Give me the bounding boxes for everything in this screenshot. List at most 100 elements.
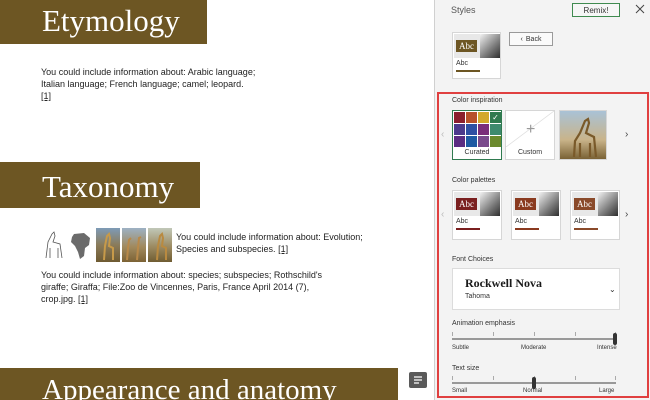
body-font-name: Tahoma xyxy=(465,293,490,300)
document-canvas: Etymology You could include information … xyxy=(0,0,434,400)
paragraph-text: You could include information about: Ara… xyxy=(41,67,256,89)
section-banner-etymology: Etymology xyxy=(0,0,207,44)
citation-link[interactable]: [1] xyxy=(78,294,88,304)
curated-option[interactable]: ✓ Curated xyxy=(452,110,502,160)
navigation-icon[interactable] xyxy=(409,372,427,388)
chevron-left-icon: ‹ xyxy=(520,35,523,43)
scale-label: Intense xyxy=(597,345,617,351)
back-label: Back xyxy=(525,35,542,43)
palette-preview-image xyxy=(480,192,500,216)
palette-heading-sample: Abc xyxy=(456,198,477,210)
scale-label: Moderate xyxy=(521,345,547,351)
palette-subtext-sample: Abc xyxy=(574,218,587,225)
section-title: Taxonomy xyxy=(42,169,175,204)
screen: Etymology You could include information … xyxy=(0,0,650,400)
palette-option[interactable]: Abc Abc xyxy=(570,190,620,240)
palette-preview: Abc xyxy=(572,192,618,216)
slider-tick xyxy=(452,376,453,380)
animation-emphasis-label: Animation emphasis xyxy=(452,320,516,327)
slider-tick xyxy=(493,332,494,336)
color-swatch xyxy=(466,112,477,123)
style-preview-image xyxy=(480,34,500,58)
style-preview-subtext: Abc xyxy=(456,60,469,67)
palette-preview-image xyxy=(539,192,559,216)
paragraph: You could include information about: Evo… xyxy=(176,231,376,255)
remix-button[interactable]: Remix! xyxy=(572,3,620,17)
color-palettes-label: Color palettes xyxy=(452,177,496,184)
palette-underline xyxy=(574,228,598,230)
text-size-slider[interactable] xyxy=(452,376,616,389)
slider-tick xyxy=(615,376,616,380)
scale-label: Subtle xyxy=(452,345,470,351)
palette-underline xyxy=(515,228,539,230)
section-title: Appearance and anatomy xyxy=(42,374,337,400)
palette-preview-image xyxy=(598,192,618,216)
slider-tick xyxy=(534,332,535,336)
scale-label: Normal xyxy=(523,388,543,394)
slider-thumb[interactable] xyxy=(613,333,617,345)
chevron-left-icon[interactable]: ‹ xyxy=(441,209,444,220)
giraffe-photo-image[interactable] xyxy=(148,228,172,262)
styles-pane: Styles Remix! Abc Abc ‹ Back Color inspi… xyxy=(434,0,650,400)
chevron-down-icon: ⌄ xyxy=(609,285,616,294)
color-swatch xyxy=(478,124,489,135)
image-strip xyxy=(42,228,172,262)
palette-option[interactable]: Abc Abc xyxy=(511,190,561,240)
color-swatch xyxy=(454,112,465,123)
text-size-label: Text size xyxy=(452,365,480,372)
color-inspiration-label: Color inspiration xyxy=(452,97,503,104)
style-preview-underline xyxy=(456,70,480,72)
scale-label: Small xyxy=(452,388,468,394)
palette-preview: Abc xyxy=(513,192,559,216)
color-swatch xyxy=(466,124,477,135)
font-dropdown[interactable]: Rockwell Nova Tahoma ⌄ xyxy=(452,268,620,310)
slider-tick xyxy=(575,332,576,336)
font-choices-label: Font Choices xyxy=(452,256,494,263)
style-preview: Abc xyxy=(454,34,500,58)
color-swatch xyxy=(490,136,501,147)
color-swatch xyxy=(490,124,501,135)
giraffe-photo-option[interactable] xyxy=(559,110,607,160)
palette-subtext-sample: Abc xyxy=(515,218,528,225)
section-banner-appearance: Appearance and anatomy xyxy=(0,368,398,400)
palette-heading-sample: Abc xyxy=(574,198,595,210)
slider-tick xyxy=(493,376,494,380)
section-banner-taxonomy: Taxonomy xyxy=(0,162,200,208)
citation-link[interactable]: [1] xyxy=(41,91,51,101)
paragraph: You could include information about: spe… xyxy=(41,269,341,305)
palette-subtext-sample: Abc xyxy=(456,218,469,225)
giraffe-sketch-image[interactable] xyxy=(42,228,66,262)
color-swatch xyxy=(478,136,489,147)
color-swatch xyxy=(466,136,477,147)
africa-map-image[interactable] xyxy=(68,228,94,262)
pane-title: Styles xyxy=(451,5,476,15)
custom-label: Custom xyxy=(517,149,543,156)
slider-tick xyxy=(452,332,453,336)
custom-option[interactable]: + Custom xyxy=(505,110,555,160)
palette-underline xyxy=(456,228,480,230)
palette-option[interactable]: Abc Abc xyxy=(452,190,502,240)
giraffe-photo-image[interactable] xyxy=(96,228,120,262)
chevron-right-icon[interactable]: › xyxy=(625,129,628,140)
slider-tick xyxy=(575,376,576,380)
palette-preview: Abc xyxy=(454,192,500,216)
giraffes-photo-image[interactable] xyxy=(122,228,146,262)
style-preview-heading: Abc xyxy=(456,40,477,52)
palette-heading-sample: Abc xyxy=(515,198,536,210)
section-title: Etymology xyxy=(42,3,180,38)
heading-font-name: Rockwell Nova xyxy=(465,276,542,290)
current-style-thumbnail[interactable]: Abc Abc xyxy=(452,32,501,79)
color-swatch xyxy=(478,112,489,123)
back-button[interactable]: ‹ Back xyxy=(509,32,553,46)
curated-label: Curated xyxy=(464,149,490,156)
plus-icon: + xyxy=(526,121,536,138)
chevron-right-icon[interactable]: › xyxy=(625,209,628,220)
citation-link[interactable]: [1] xyxy=(278,244,288,254)
scale-label: Large xyxy=(599,388,615,394)
chevron-left-icon[interactable]: ‹ xyxy=(441,129,444,140)
paragraph: You could include information about: Ara… xyxy=(41,66,281,102)
paragraph-text: You could include information about: Evo… xyxy=(176,232,363,254)
color-swatch xyxy=(454,136,465,147)
close-icon[interactable] xyxy=(633,2,647,16)
animation-emphasis-slider[interactable] xyxy=(452,332,617,345)
